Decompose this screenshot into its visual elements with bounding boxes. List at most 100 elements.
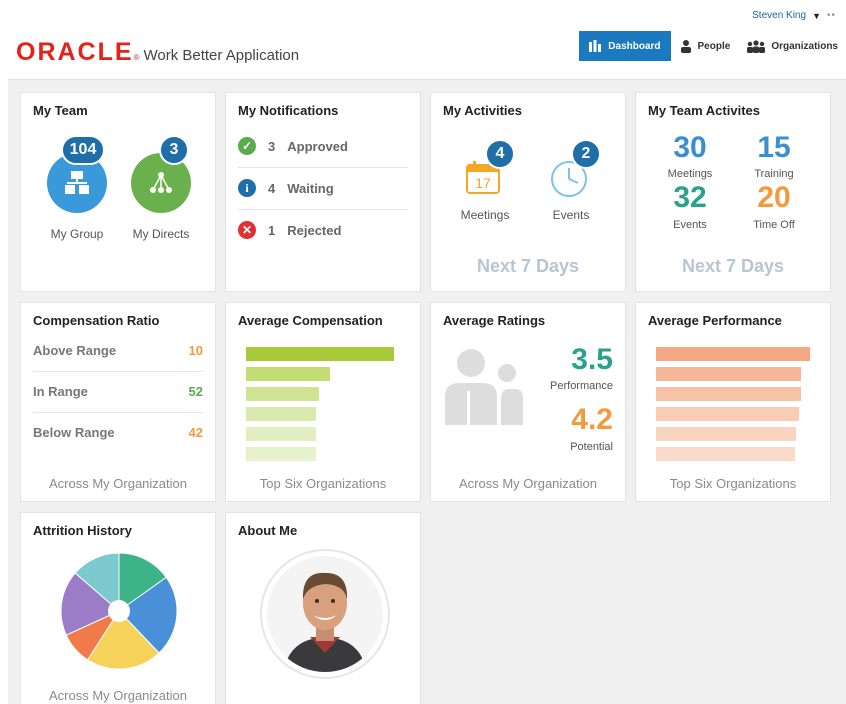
nav-organizations-label: Organizations <box>771 40 838 52</box>
nav-people-label: People <box>697 40 731 52</box>
team-events-value: 32 <box>673 181 707 214</box>
team-activities-footer: Next 7 Days <box>681 256 785 276</box>
bar-mark <box>656 347 810 361</box>
bar-mark <box>656 387 801 401</box>
performance-label: Performance <box>550 380 613 392</box>
bar-mark <box>246 407 316 421</box>
bar-mark <box>246 427 316 441</box>
app-window: Steven King ▼ •• ORACLE ® Work Better Ap… <box>8 4 846 704</box>
bar-mark <box>656 447 795 461</box>
average-compensation-title: Average Compensation <box>238 313 383 328</box>
attrition-history-title: Attrition History <box>33 523 132 538</box>
above-range-label: Above Range <box>33 342 117 358</box>
bar-chart-icon <box>589 40 602 52</box>
average-performance-card[interactable]: Average Performance Top Six Organization… <box>635 302 831 502</box>
team-meetings-value: 30 <box>673 131 707 164</box>
average-performance-title: Average Performance <box>648 313 782 328</box>
user-name[interactable]: Steven King <box>752 10 806 21</box>
team-activities-card[interactable]: My Team Activites 30 Meetings 15 Trainin… <box>635 92 831 292</box>
calendar-day: 17 <box>475 175 491 191</box>
attrition-history-footer: Across My Organization <box>49 688 187 703</box>
about-me-title: About Me <box>238 523 298 538</box>
compensation-ratio-card[interactable]: Compensation Ratio Above Range 10 In Ran… <box>20 302 216 502</box>
potential-value: 4.2 <box>571 403 613 436</box>
top-nav: Dashboard People Organizations <box>579 31 846 61</box>
caret-down-icon[interactable]: ▼ <box>812 11 821 21</box>
notification-waiting[interactable]: i 4 Waiting <box>238 167 408 209</box>
above-range-row[interactable]: Above Range 10 <box>33 330 203 370</box>
in-range-row[interactable]: In Range 52 <box>33 371 203 411</box>
my-group-count-badge: 104 <box>61 135 105 165</box>
pie-center <box>108 600 130 622</box>
oracle-logo: ORACLE ® Work Better Application <box>16 38 299 67</box>
user-menu[interactable]: Steven King ▼ •• <box>752 10 836 21</box>
below-range-value: 42 <box>188 424 203 440</box>
bar-mark <box>246 367 330 381</box>
team-meetings-label: Meetings <box>667 168 713 180</box>
below-range-row[interactable]: Below Range 42 <box>33 412 203 452</box>
approved-count: 3 <box>268 138 276 154</box>
person-icon <box>680 40 691 53</box>
notifications-card[interactable]: My Notifications ✓ 3 Approved i 4 Waitin… <box>225 92 421 292</box>
team-time-off-label: Time Off <box>753 219 795 231</box>
attrition-pie-chart <box>60 552 178 670</box>
bar-mark <box>246 447 316 461</box>
nav-dashboard[interactable]: Dashboard <box>579 31 671 61</box>
activities-title: My Activities <box>443 103 522 118</box>
my-team-title: My Team <box>33 103 88 118</box>
bar-mark <box>656 427 796 441</box>
notifications-title: My Notifications <box>238 103 339 118</box>
above-range-value: 10 <box>188 342 203 358</box>
meetings-count-badge: 4 <box>485 139 515 169</box>
average-ratings-title: Average Ratings <box>443 313 546 328</box>
my-group-label: My Group <box>50 227 104 241</box>
attrition-history-card[interactable]: Attrition History Across My Organization <box>20 512 216 704</box>
bar-mark <box>656 367 801 381</box>
activities-footer: Next 7 Days <box>476 256 580 276</box>
average-ratings-footer: Across My Organization <box>459 476 597 491</box>
about-me-card[interactable]: About Me <box>225 512 421 704</box>
info-icon: i <box>238 179 256 197</box>
team-events-label: Events <box>673 219 707 231</box>
compensation-ratio-title: Compensation Ratio <box>33 313 160 328</box>
team-activities-title: My Team Activites <box>648 103 760 118</box>
notification-approved[interactable]: ✓ 3 Approved <box>238 125 408 167</box>
bar-mark <box>656 407 799 421</box>
waiting-count: 4 <box>268 180 276 196</box>
group-icon <box>747 40 766 53</box>
nav-people[interactable]: People <box>670 31 739 61</box>
registered-mark: ® <box>133 53 140 62</box>
compensation-ratio-footer: Across My Organization <box>49 476 187 491</box>
below-range-label: Below Range <box>33 424 115 440</box>
brand-text: ORACLE <box>16 38 134 66</box>
nav-dashboard-label: Dashboard <box>608 40 661 52</box>
my-directs-label: My Directs <box>132 227 190 241</box>
bar-mark <box>246 387 319 401</box>
my-directs-count-badge: 3 <box>159 135 189 165</box>
notification-rejected[interactable]: ✕ 1 Rejected <box>238 209 408 251</box>
people-silhouette-icon <box>445 349 523 425</box>
activities-card[interactable]: My Activities 17 4 Meetings 2 Events Nex… <box>430 92 626 292</box>
more-icon[interactable]: •• <box>827 10 836 21</box>
check-icon: ✓ <box>238 137 256 155</box>
meetings-label: Meetings <box>460 208 510 222</box>
performance-value: 3.5 <box>571 343 613 376</box>
approved-label: Approved <box>287 138 348 154</box>
waiting-label: Waiting <box>287 180 334 196</box>
org-chart-icon <box>65 171 89 194</box>
events-label: Events <box>552 208 590 222</box>
app-name: Work Better Application <box>143 47 300 64</box>
app-header: Steven King ▼ •• ORACLE ® Work Better Ap… <box>8 4 846 80</box>
profile-photo[interactable] <box>260 549 390 679</box>
team-time-off-value: 20 <box>757 181 791 214</box>
in-range-value: 52 <box>188 383 203 399</box>
team-training-value: 15 <box>757 131 791 164</box>
rejected-count: 1 <box>268 222 276 238</box>
average-compensation-card[interactable]: Average Compensation Top Six Organizatio… <box>225 302 421 502</box>
average-performance-footer: Top Six Organizations <box>669 476 797 491</box>
my-team-card[interactable]: My Team 104 My Group 3 My Directs <box>20 92 216 292</box>
average-ratings-card[interactable]: Average Ratings 3.5 Performance 4.2 Pote… <box>430 302 626 502</box>
rejected-label: Rejected <box>287 222 342 238</box>
nav-organizations[interactable]: Organizations <box>738 31 846 61</box>
bar-mark <box>246 347 394 361</box>
